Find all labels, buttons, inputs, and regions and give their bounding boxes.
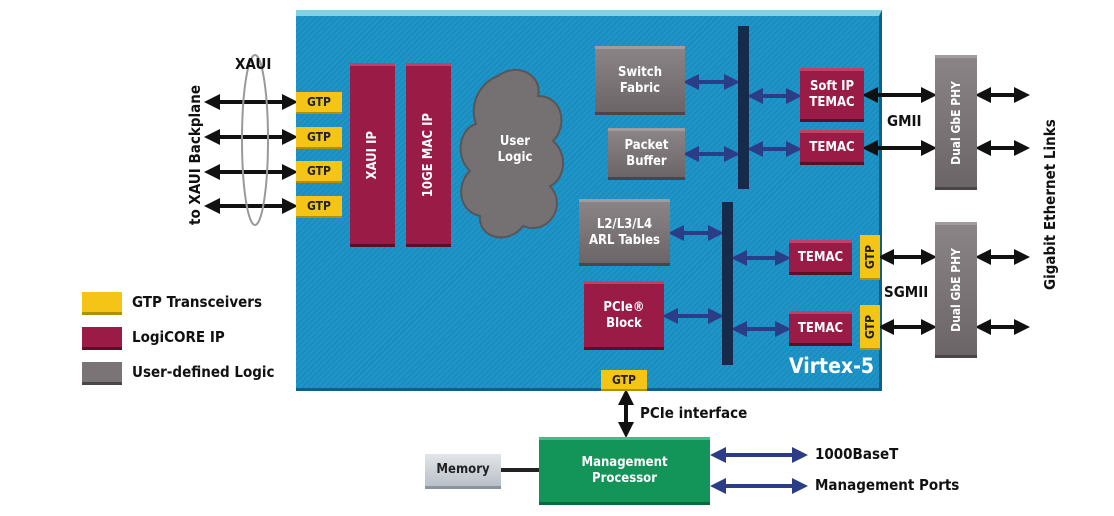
phy-block-2: Dual GbE PHY xyxy=(935,222,977,358)
port-label-management: Management Ports xyxy=(815,476,960,494)
gtp-right-1-label: GTP xyxy=(863,244,877,269)
xaui-ellipse xyxy=(241,54,269,226)
gmii-label: GMII xyxy=(887,112,922,130)
packet-buffer-block: Packet Buffer xyxy=(608,128,685,180)
diagram: XAUI to XAUI Backplane GTP GTP GTP GTP X… xyxy=(0,0,1114,516)
backplane-label: to XAUI Backplane xyxy=(186,85,204,226)
soft-ip-temac-block: Soft IP TEMAC xyxy=(800,68,864,122)
temac-block-2: TEMAC xyxy=(789,240,852,275)
phy-block-1: Dual GbE PHY xyxy=(935,55,977,190)
bus-lower xyxy=(722,202,733,365)
gtp-left-2: GTP xyxy=(296,127,342,149)
mac-ip-block: 10GE MAC IP xyxy=(406,63,451,247)
switch-fabric-block: Switch Fabric xyxy=(595,46,685,115)
xaui-ip-label: XAUI IP xyxy=(364,130,380,180)
sgmii-label: SGMII xyxy=(884,283,929,301)
gtp-right-1: GTP xyxy=(860,235,880,280)
temac-block-3: TEMAC xyxy=(789,311,852,346)
gtp-left-3: GTP xyxy=(296,161,342,183)
gtp-right-2: GTP xyxy=(860,305,880,350)
legend-swatch-logicore xyxy=(82,327,122,350)
gtp-left-1: GTP xyxy=(296,92,342,114)
legend-swatch-user-logic xyxy=(82,362,122,385)
port-label-1000baset: 1000BaseT xyxy=(815,445,899,463)
pcie-block: PCIe® Block xyxy=(584,281,664,350)
pcie-interface-label: PCIe interface xyxy=(640,404,748,422)
user-logic-label: User Logic xyxy=(497,134,533,165)
mac-ip-label: 10GE MAC IP xyxy=(420,112,436,198)
gtp-right-2-label: GTP xyxy=(863,314,877,339)
xaui-ip-block: XAUI IP xyxy=(350,63,395,247)
temac-block-1: TEMAC xyxy=(800,130,864,165)
management-processor-block: Management Processor xyxy=(539,437,710,505)
arl-tables-block: L2/L3/L4 ARL Tables xyxy=(579,199,670,266)
virtex5-label: Virtex-5 xyxy=(789,354,875,378)
xaui-label: XAUI xyxy=(235,55,272,73)
legend-label-gtp: GTP Transceivers xyxy=(132,293,262,311)
gtp-left-4: GTP xyxy=(296,196,342,218)
legend-label-logicore: LogiCORE IP xyxy=(132,328,225,346)
legend-label-user-logic: User-defined Logic xyxy=(132,363,275,381)
gtp-bottom: GTP xyxy=(601,370,647,391)
memory-block: Memory xyxy=(425,454,501,489)
phy-2-label: Dual GbE PHY xyxy=(949,248,963,332)
phy-1-label: Dual GbE PHY xyxy=(949,80,963,165)
legend-swatch-gtp xyxy=(82,292,122,315)
bus-upper xyxy=(738,26,749,189)
ethernet-links-label: Gigabit Ethernet Links xyxy=(1041,119,1059,291)
